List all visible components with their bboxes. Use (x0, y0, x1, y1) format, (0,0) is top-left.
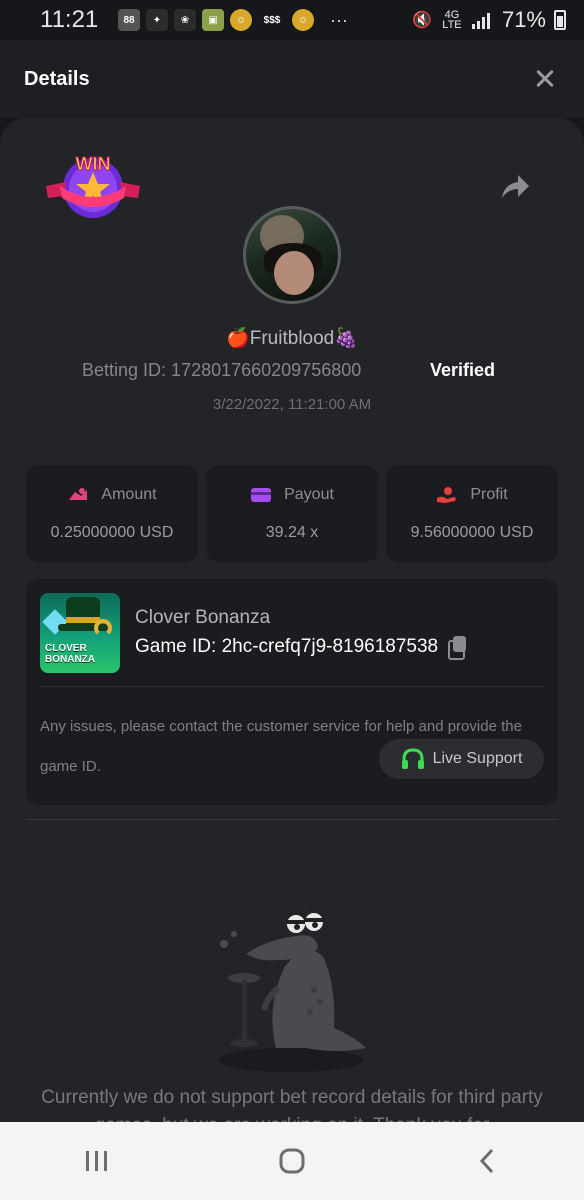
avatar (243, 206, 341, 304)
game-app-icon: ☺ (230, 9, 252, 31)
bet-details-panel: WIN 🍎Fruitblood🍇 Betting ID: 17280176602… (0, 118, 584, 1122)
stat-label: Profit (470, 485, 508, 503)
stat-value: 0.25000000 USD (50, 523, 174, 541)
payout-icon (251, 487, 272, 502)
signal-icon (471, 13, 490, 29)
details-header: Details (0, 40, 584, 118)
win-badge-text: WIN (76, 154, 111, 174)
game-app-icon: ☺ (292, 9, 314, 31)
network-type: 4G LTE (442, 9, 462, 31)
headset-icon (401, 748, 424, 769)
battery-percent: 71% (501, 7, 546, 32)
amount-icon (69, 487, 88, 500)
game-card: CLOVER BONANZA Clover Bonanza Game ID: 2… (26, 579, 558, 805)
flower-icon: ❀ (174, 9, 196, 31)
stat-card-payout: Payout 39.24 x (206, 465, 378, 562)
share-icon[interactable] (498, 170, 532, 204)
betting-id-row: Betting ID: 1728017660209756800 Verified (82, 360, 495, 381)
stat-card-profit: Profit 9.56000000 USD (386, 465, 558, 562)
game-id-row: Game ID: 2hc-crefq7j9-8196187538 (135, 636, 468, 660)
game-thumbnail-text: CLOVER BONANZA (45, 643, 95, 665)
home-button[interactable] (262, 1141, 322, 1181)
divider (26, 819, 558, 820)
avatar-face (274, 251, 314, 295)
live-support-button[interactable]: Live Support (379, 739, 544, 779)
game-app-icon: ▣ (202, 9, 224, 31)
battery-icon (554, 10, 566, 30)
stat-value: 39.24 x (265, 523, 319, 541)
stat-label: Amount (101, 485, 157, 503)
horseshoe-icon (94, 619, 112, 637)
live-support-label: Live Support (432, 750, 523, 767)
verified-badge: Verified (430, 360, 496, 380)
status-time: 11:21 (40, 6, 99, 33)
stat-head: Profit (436, 485, 508, 504)
home-icon (279, 1148, 305, 1174)
copy-icon[interactable] (448, 636, 468, 660)
back-icon (479, 1148, 493, 1174)
stat-head: Payout (250, 486, 334, 504)
bet-stats: Amount 0.25000000 USD Payout 39.24 x Pro… (26, 465, 558, 562)
username: 🍎Fruitblood🍇 (226, 328, 358, 349)
back-button[interactable] (457, 1141, 517, 1181)
slots-app-icon: 88 (118, 9, 140, 31)
stat-label: Payout (284, 485, 334, 503)
crocodile-illustration (219, 906, 366, 1072)
page-title: Details (24, 67, 90, 90)
stat-value: 9.56000000 USD (410, 523, 534, 541)
status-right: 🔇 4G LTE 71% (412, 7, 566, 33)
game-id: Game ID: 2hc-crefq7j9-8196187538 (135, 636, 439, 657)
divider (40, 686, 544, 687)
more-notifications-icon: ··· (330, 9, 348, 30)
third-party-notice: Currently we do not support bet record d… (41, 1087, 543, 1122)
close-icon[interactable] (530, 64, 560, 94)
system-navbar (0, 1122, 584, 1200)
betting-id: Betting ID: 1728017660209756800 (82, 360, 362, 380)
mute-icon: 🔇 (412, 12, 432, 29)
app-icon: ✦ (146, 9, 168, 31)
game-name: Clover Bonanza (135, 607, 271, 628)
cash-app-icon: $$$ (263, 14, 281, 26)
win-badge-icon: WIN (46, 154, 140, 218)
notification-icons: 88 ✦ ❀ ▣ ☺ $$$ ☺ ··· (118, 9, 348, 31)
status-bar: 11:21 88 ✦ ❀ ▣ ☺ $$$ ☺ ··· 🔇 4G LTE 71% (0, 0, 584, 40)
recent-apps-icon (86, 1151, 108, 1171)
game-thumbnail[interactable]: CLOVER BONANZA (40, 593, 120, 673)
profit-icon (437, 486, 457, 503)
stat-head: Amount (67, 485, 157, 504)
bet-timestamp: 3/22/2022, 11:21:00 AM (212, 396, 372, 413)
stat-card-amount: Amount 0.25000000 USD (26, 465, 198, 562)
recent-apps-button[interactable] (67, 1141, 127, 1181)
